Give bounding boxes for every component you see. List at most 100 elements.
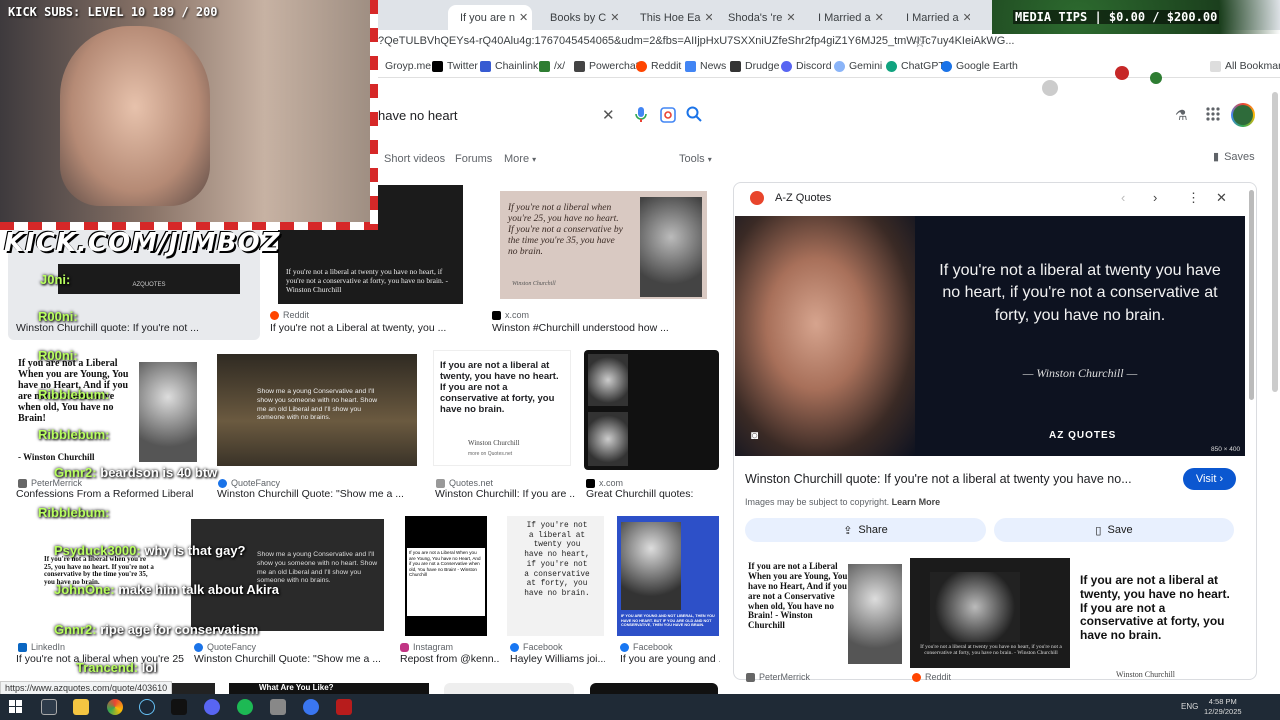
tab-more[interactable]: More ▾ [504,153,536,165]
bookmark-discord[interactable]: Discord [781,60,832,72]
related-image[interactable]: If you're not a liberal at twenty you ha… [910,558,1070,668]
bookmark-news[interactable]: News [685,60,726,72]
ornament-icon [1042,80,1058,96]
spotify-icon[interactable] [237,699,253,715]
mic-icon[interactable] [634,106,648,123]
app-icon[interactable] [336,699,352,715]
share-button[interactable]: ⇪ Share [745,518,986,542]
chrome-icon[interactable] [107,699,123,715]
result-title[interactable]: Winston Churchill Quote: "Show me a ... [194,653,384,665]
bookmark-groyp[interactable]: Groyp.me [385,60,431,72]
related-image[interactable]: If you are not a liberal at twenty, you … [1076,558,1234,678]
close-tab-icon[interactable]: ✕ [519,8,528,28]
result-thumbnail[interactable]: If you're not a liberal when you're 25, … [14,516,178,636]
result-thumbnail[interactable]: What Are You Like? [229,683,429,694]
bookmark-chatgpt[interactable]: ChatGPT [886,60,945,72]
result-thumbnail[interactable]: If you're not a liberal when you're 25, … [500,191,707,299]
result-thumbnail[interactable] [590,683,718,694]
task-view-icon[interactable] [41,699,57,715]
tab[interactable]: Books by C ✕ [538,5,624,30]
result-thumbnail[interactable] [444,683,574,694]
learn-more-link[interactable]: Learn More [892,497,941,507]
bookmark-drudge[interactable]: Drudge [730,60,779,72]
churchill-portrait [735,216,915,456]
panel-source[interactable]: A-Z Quotes [775,192,831,204]
bookmark-reddit[interactable]: Reddit [636,60,681,72]
result-thumbnail[interactable]: If you are not a liberal at twenty, you … [433,350,571,466]
bookmark-google-earth[interactable]: Google Earth [941,60,1018,72]
result-title[interactable]: Hayley Williams joi... [510,653,605,665]
result-title[interactable]: If you're not a Liberal at twenty, you .… [270,322,470,334]
result-title[interactable]: Winston Churchill Quote: "Show me a ... [217,488,417,500]
result-thumbnail[interactable] [584,350,719,470]
result-thumbnail[interactable]: Show me a young Conservative and I'll sh… [191,519,384,631]
close-tab-icon[interactable]: ✕ [610,8,619,28]
tools-button[interactable]: Tools ▾ [679,153,712,165]
bookmark-star-icon[interactable]: ☆ [914,35,926,51]
result-source: QuoteFancy [218,478,280,488]
tab-forums[interactable]: Forums [455,153,492,165]
saves-button[interactable]: ▮ Saves [1213,150,1255,164]
tab-active[interactable]: If you are n ✕ [448,5,532,30]
file-explorer-icon[interactable] [73,699,89,715]
app-icon[interactable] [270,699,286,715]
discord-icon[interactable] [204,699,220,715]
visit-button[interactable]: Visit › [1183,468,1236,490]
signal-icon[interactable] [303,699,319,715]
preview-title[interactable]: Winston Churchill quote: If you're not a… [745,472,1165,486]
tab[interactable]: Shoda's 're ✕ [716,5,802,30]
search-input[interactable]: have no heart [378,108,458,123]
clear-search-icon[interactable]: ✕ [602,106,615,124]
next-arrow-icon[interactable]: › [1153,190,1157,205]
clock[interactable]: 4:58 PM 12/29/2025 [1204,697,1242,717]
windows-start-icon[interactable] [9,700,22,716]
bookmark-powerchat[interactable]: Powerchat [574,60,639,72]
chat-message: R00ni: [38,348,78,363]
result-title[interactable]: Winston #Churchill understood how ... [492,322,722,334]
close-tab-icon[interactable]: ✕ [786,8,795,28]
language-indicator[interactable]: ENG [1181,702,1198,711]
bookmark-gemini[interactable]: Gemini [834,60,882,72]
lens-icon[interactable] [660,107,676,126]
page-scrollbar[interactable] [1272,92,1278,392]
bookmark-x[interactable]: /x/ [539,60,565,72]
bookmark-chainlink[interactable]: Chainlink [480,60,538,72]
result-title[interactable]: Winston Churchill: If you are ... [435,488,575,500]
result-title[interactable]: Great Churchill quotes: [586,488,716,500]
panel-scrollbar[interactable] [1249,190,1254,400]
site-icon [436,478,445,488]
result-thumbnail[interactable]: If you are not a Liberal When you are Yo… [14,354,200,469]
all-bookmarks[interactable]: All Bookmarks [1210,60,1280,72]
tab[interactable]: This Hoe Ea ✕ [628,5,712,30]
chat-message: J0ni: [40,272,71,287]
related-image[interactable]: If you are not a Liberal When you are Yo… [744,558,904,668]
terminal-icon[interactable] [171,699,187,715]
result-title[interactable]: Repost from @kenn... [400,653,500,665]
chat-message: Gnnr2: beardson is 40 btw [54,465,218,480]
search-icon[interactable] [686,106,702,125]
result-thumbnail[interactable]: If you're not a liberal at twenty you ha… [507,516,604,636]
save-button[interactable]: ▯ Save [994,518,1234,542]
avatar[interactable] [1231,103,1255,127]
close-tab-icon[interactable]: ✕ [705,8,712,28]
tab[interactable]: I Married a ✕ [806,5,890,30]
more-vert-icon[interactable]: ⋮ [1187,190,1200,206]
result-title[interactable]: Confessions From a Reformed Liberal [16,488,206,500]
prev-arrow-icon[interactable]: ‹ [1121,190,1125,205]
close-tab-icon[interactable]: ✕ [963,8,970,28]
apps-grid-icon[interactable] [1206,107,1220,124]
steam-icon[interactable] [139,699,155,715]
lens-search-icon[interactable]: ◙ [751,428,758,442]
preview-image[interactable]: If you're not a liberal at twenty you ha… [735,216,1245,456]
tab[interactable]: I Married a ✕ [894,5,970,30]
tab-short-videos[interactable]: Short videos [384,153,445,165]
result-title[interactable]: If you are young and ... [620,653,720,665]
bookmark-twitter[interactable]: Twitter [432,60,478,72]
instagram-icon [400,642,409,652]
close-tab-icon[interactable]: ✕ [875,8,884,28]
close-panel-icon[interactable]: ✕ [1216,190,1227,206]
labs-flask-icon[interactable]: ⚗ [1175,107,1188,124]
result-thumbnail[interactable]: IF YOU ARE YOUNG AND NOT LIBERAL, THEN Y… [617,516,719,636]
result-thumbnail[interactable]: Show me a young Conservative and I'll sh… [217,354,417,466]
result-thumbnail[interactable]: If you are not a Liberal When you are Yo… [405,516,487,636]
